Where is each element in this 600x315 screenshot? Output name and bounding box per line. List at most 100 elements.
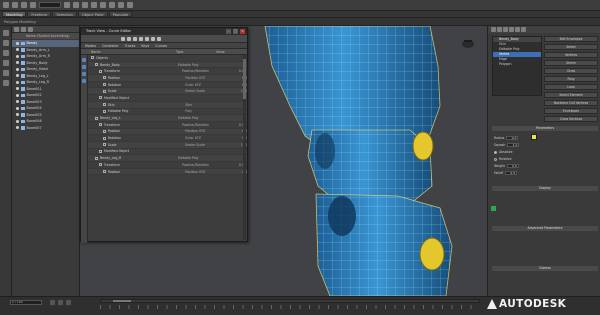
track-checkbox[interactable] (102, 89, 106, 93)
menu-controller[interactable]: Controller (102, 43, 119, 48)
track-row[interactable]: RotationEuler XYZ0.0 (81, 135, 247, 142)
play-icon[interactable] (50, 300, 55, 305)
modify-icon[interactable] (497, 27, 502, 32)
command-button[interactable]: Envelopes (544, 108, 598, 114)
track-row[interactable]: Transform Position/Rotation 0.0 (81, 162, 247, 169)
nav-icon[interactable] (82, 72, 86, 76)
visibility-icon[interactable] (16, 54, 19, 58)
selection-filter-dropdown[interactable] (39, 2, 61, 8)
command-button[interactable]: Cross Sections (544, 116, 598, 122)
tab-modeling[interactable]: Modeling (2, 11, 27, 17)
align-icon[interactable] (118, 2, 124, 8)
visibility-icon[interactable] (16, 74, 19, 78)
param-spinner[interactable]: 0.5 (505, 171, 518, 175)
layer-icon[interactable] (2, 50, 9, 56)
filter-icon[interactable] (2, 30, 9, 36)
render-icon[interactable] (127, 2, 133, 8)
customize-icon[interactable] (28, 27, 33, 32)
param-spinner[interactable]: 0.0 (506, 136, 519, 140)
track-checkbox[interactable] (91, 56, 94, 60)
explorer-item[interactable]: Bone007 (12, 125, 79, 132)
rollout-advanced[interactable]: Advanced Parameters (492, 226, 598, 231)
column-value[interactable]: Value (216, 49, 225, 54)
lock-icon[interactable] (157, 36, 161, 41)
command-button[interactable]: Loop (544, 84, 598, 90)
param-spinner[interactable]: 1.0 (507, 143, 520, 147)
stop-icon[interactable] (58, 300, 63, 305)
dialog-titlebar[interactable]: Track View - Curve Editor – □ × (81, 28, 247, 35)
track-row[interactable]: Skin Skin (81, 101, 247, 109)
track-row[interactable]: Bendy_Leg_R Editable Poly (81, 155, 247, 162)
radio-button[interactable] (494, 150, 497, 154)
tangent-icon[interactable] (151, 36, 155, 41)
tab-populate[interactable]: Populate (108, 11, 133, 17)
column-type[interactable]: Type (176, 49, 216, 54)
track-checkbox[interactable] (99, 163, 102, 167)
menu-keys[interactable]: Keys (141, 43, 149, 48)
freeze-icon[interactable] (2, 80, 9, 86)
track-row[interactable]: PositionPosition XYZ0.0 (81, 128, 247, 136)
visibility-icon[interactable] (16, 80, 19, 84)
scale-keys-icon[interactable] (139, 36, 143, 41)
visibility-icon[interactable] (16, 100, 19, 104)
track-checkbox[interactable] (99, 149, 102, 153)
track-row[interactable]: Transform Position/Rotation 0.0 (81, 68, 247, 76)
command-button[interactable]: Edit Envelopes (544, 36, 598, 42)
minimize-icon[interactable]: – (226, 29, 231, 34)
command-button[interactable]: Grow (544, 68, 598, 74)
select-icon[interactable] (64, 2, 70, 8)
track-row[interactable]: Bendy_Leg_L Editable Poly (81, 115, 247, 122)
stack-item[interactable]: Polygon (493, 62, 541, 67)
command-button[interactable]: Select (544, 44, 598, 50)
nav-icon[interactable] (82, 65, 86, 69)
nav-icon[interactable] (82, 58, 86, 62)
track-checkbox[interactable] (99, 96, 102, 100)
visibility-icon[interactable] (16, 67, 19, 71)
menu-tracks[interactable]: Tracks (125, 43, 136, 48)
track-checkbox[interactable] (102, 109, 106, 113)
command-button[interactable]: Ring (544, 76, 598, 82)
track-checkbox[interactable] (102, 170, 106, 174)
visibility-icon[interactable] (16, 41, 19, 45)
filter-icon[interactable] (121, 36, 125, 41)
move-icon[interactable] (73, 2, 79, 8)
track-checkbox[interactable] (102, 103, 106, 107)
link-icon[interactable] (21, 2, 27, 8)
track-row[interactable]: Objects (81, 55, 247, 62)
select-icon[interactable] (14, 27, 19, 32)
track-row[interactable]: RotationEuler XYZ0.0 (81, 82, 247, 89)
mirror-icon[interactable] (109, 2, 115, 8)
menu-curves[interactable]: Curves (155, 43, 167, 48)
time-slider-thumb[interactable] (113, 300, 131, 302)
tab-freeform[interactable]: Freeform (27, 11, 52, 17)
visibility-icon[interactable] (16, 48, 19, 52)
track-checkbox[interactable] (95, 63, 98, 67)
track-checkbox[interactable] (102, 143, 106, 147)
radio-button[interactable] (494, 157, 497, 161)
frame-field[interactable]: 0 / 100 (10, 300, 42, 305)
track-row[interactable]: Bendy_Body Editable Poly (81, 61, 247, 69)
track-row[interactable]: Modified Object (81, 149, 247, 156)
tab-selection[interactable]: Selection (52, 11, 77, 17)
hierarchy-icon[interactable] (503, 27, 508, 32)
track-checkbox[interactable] (102, 136, 106, 140)
track-row[interactable]: PositionPosition XYZ0.0 (81, 168, 247, 176)
unlink-icon[interactable] (30, 2, 36, 8)
nav-icon[interactable] (82, 79, 86, 83)
command-button[interactable]: Vertices (544, 52, 598, 58)
dialog-scrollbar[interactable] (243, 55, 246, 240)
hierarchy-icon[interactable] (2, 60, 9, 66)
track-checkbox[interactable] (102, 76, 106, 80)
visibility-icon[interactable] (16, 106, 19, 110)
column-name[interactable]: Name (81, 49, 176, 54)
create-icon[interactable] (491, 27, 496, 32)
track-row[interactable]: Transform Position/Rotation 0.0 (81, 122, 247, 129)
visibility-icon[interactable] (16, 119, 19, 123)
track-row[interactable]: Modified Object (81, 95, 247, 102)
edit-icon[interactable] (21, 27, 26, 32)
command-button[interactable]: Select Element (544, 92, 598, 98)
param-spinner[interactable]: 0.0 (506, 164, 519, 168)
key-mode-icon[interactable] (66, 300, 71, 305)
track-checkbox[interactable] (99, 69, 102, 73)
close-icon[interactable]: × (240, 29, 245, 34)
